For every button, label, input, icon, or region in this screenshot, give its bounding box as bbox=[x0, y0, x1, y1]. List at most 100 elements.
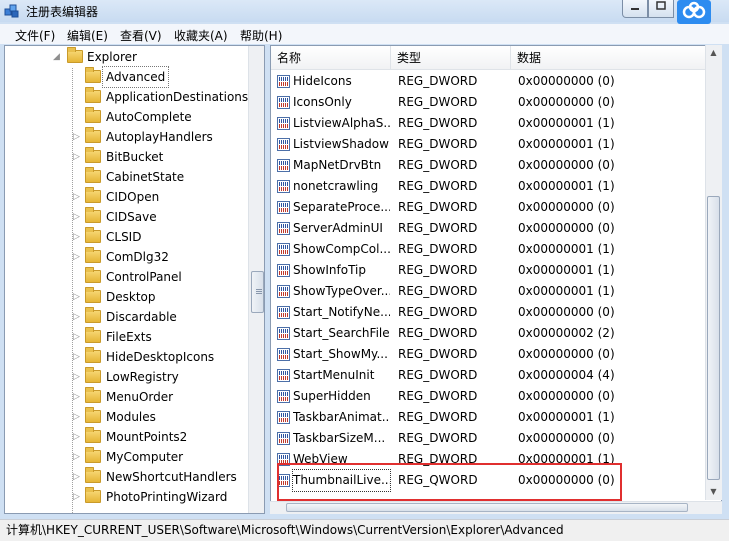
value-row[interactable]: Start_SearchFiles REG_DWORD 0x00000002 (2) bbox=[271, 323, 705, 344]
maximize-icon bbox=[656, 1, 666, 10]
tree-item-label: Discardable bbox=[106, 310, 177, 324]
value-row[interactable]: ShowCompCol... REG_DWORD 0x00000001 (1) bbox=[271, 239, 705, 260]
menu-favorites[interactable]: 收藏夹(A) bbox=[174, 27, 228, 44]
tree-item[interactable]: ▷ MenuOrder bbox=[5, 387, 245, 407]
tree-item[interactable]: ▷ CIDSave bbox=[5, 207, 245, 227]
value-type: REG_DWORD bbox=[398, 347, 478, 361]
value-row[interactable]: IconsOnly REG_DWORD 0x00000000 (0) bbox=[271, 92, 705, 113]
tree-item[interactable]: ▷ MountPoints2 bbox=[5, 427, 245, 447]
tree-item[interactable]: ▷ CLSID bbox=[5, 227, 245, 247]
tree-item-label: ControlPanel bbox=[106, 270, 182, 284]
value-row[interactable]: StartMenuInit REG_DWORD 0x00000004 (4) bbox=[271, 365, 705, 386]
value-row[interactable]: TaskbarSizeM... REG_DWORD 0x00000000 (0) bbox=[271, 428, 705, 449]
value-name: ServerAdminUI bbox=[293, 221, 383, 235]
value-row[interactable]: SuperHidden REG_DWORD 0x00000000 (0) bbox=[271, 386, 705, 407]
value-row[interactable]: Start_NotifyNe... REG_DWORD 0x00000000 (0) bbox=[271, 302, 705, 323]
tree-item-label: BitBucket bbox=[106, 150, 164, 164]
expand-arrow-icon[interactable]: ▷ bbox=[73, 307, 83, 327]
value-row[interactable]: HideIcons REG_DWORD 0x00000000 (0) bbox=[271, 71, 705, 92]
tree-item-advanced[interactable]: Advanced bbox=[5, 66, 245, 88]
value-row[interactable]: ShowInfoTip REG_DWORD 0x00000001 (1) bbox=[271, 260, 705, 281]
maximize-button[interactable] bbox=[648, 0, 674, 18]
value-row[interactable]: TaskbarAnimat... REG_DWORD 0x00000001 (1) bbox=[271, 407, 705, 428]
expand-arrow-icon[interactable]: ▷ bbox=[73, 387, 83, 407]
minimize-button[interactable] bbox=[622, 0, 648, 18]
tree-item[interactable]: ControlPanel bbox=[5, 267, 245, 287]
menu-help[interactable]: 帮助(H) bbox=[240, 27, 282, 44]
value-name: TaskbarSizeM... bbox=[293, 431, 386, 445]
expand-arrow-icon[interactable]: ▷ bbox=[73, 127, 83, 147]
value-data: 0x00000002 (2) bbox=[518, 326, 615, 340]
value-data: 0x00000000 (0) bbox=[518, 200, 615, 214]
value-name: SuperHidden bbox=[293, 389, 371, 403]
value-row[interactable]: MapNetDrvBtn REG_DWORD 0x00000000 (0) bbox=[271, 155, 705, 176]
tree-item[interactable]: ▷ MyComputer bbox=[5, 447, 245, 467]
tree-item[interactable]: CabinetState bbox=[5, 167, 245, 187]
tree-item[interactable]: ▷ AutoplayHandlers bbox=[5, 127, 245, 147]
value-row[interactable]: Start_ShowMy... REG_DWORD 0x00000000 (0) bbox=[271, 344, 705, 365]
binary-value-icon bbox=[277, 138, 290, 151]
values-list-pane[interactable]: 名称 类型 数据 HideIcons REG_DWORD 0x00000000 (0… bbox=[270, 45, 722, 514]
tree-item[interactable]: ▷ FileExts bbox=[5, 327, 245, 347]
folder-icon bbox=[85, 127, 101, 143]
tree-item[interactable]: ▷ Desktop bbox=[5, 287, 245, 307]
tree-item[interactable]: ▷ Modules bbox=[5, 407, 245, 427]
tree-item[interactable]: AutoComplete bbox=[5, 107, 245, 127]
values-scrollbar-thumb[interactable] bbox=[707, 196, 720, 480]
tree-item[interactable]: ▷ Discardable bbox=[5, 307, 245, 327]
tree-scrollbar[interactable] bbox=[248, 46, 264, 513]
tree-item-explorer[interactable]: ◢ Explorer bbox=[5, 47, 245, 67]
value-row[interactable]: ShowTypeOver... REG_DWORD 0x00000001 (1) bbox=[271, 281, 705, 302]
menu-view[interactable]: 查看(V) bbox=[120, 27, 162, 44]
expand-arrow-icon[interactable]: ▷ bbox=[73, 247, 83, 267]
column-header-data[interactable]: 数据 bbox=[511, 46, 706, 70]
tree-item[interactable]: ▷ CIDOpen bbox=[5, 187, 245, 207]
tree-item[interactable]: ▷ LowRegistry bbox=[5, 367, 245, 387]
expand-arrow-icon[interactable]: ▷ bbox=[73, 147, 83, 167]
value-row[interactable]: ListviewAlphaS... REG_DWORD 0x00000001 (1) bbox=[271, 113, 705, 134]
key-tree-pane[interactable]: ◢ Explorer Advanced ApplicationDestinati… bbox=[4, 45, 265, 514]
expand-arrow-icon[interactable]: ▷ bbox=[73, 187, 83, 207]
tree-item[interactable]: ▷ BitBucket bbox=[5, 147, 245, 167]
value-row[interactable]: nonetcrawling REG_DWORD 0x00000001 (1) bbox=[271, 176, 705, 197]
menu-file[interactable]: 文件(F) bbox=[15, 27, 55, 44]
expand-arrow-icon[interactable]: ▷ bbox=[73, 227, 83, 247]
value-row[interactable]: ListviewShadow REG_DWORD 0x00000001 (1) bbox=[271, 134, 705, 155]
expand-arrow-icon[interactable]: ▷ bbox=[73, 467, 83, 487]
tree-item-label: NewShortcutHandlers bbox=[106, 470, 237, 484]
value-row[interactable]: ServerAdminUI REG_DWORD 0x00000000 (0) bbox=[271, 218, 705, 239]
value-name: StartMenuInit bbox=[293, 368, 375, 382]
tree-item[interactable]: ▷ ComDlg32 bbox=[5, 247, 245, 267]
expand-arrow-icon[interactable]: ▷ bbox=[73, 447, 83, 467]
expand-arrow-icon[interactable]: ▷ bbox=[73, 427, 83, 447]
column-header-name[interactable]: 名称 bbox=[271, 46, 391, 70]
expand-arrow-icon[interactable]: ▷ bbox=[73, 207, 83, 227]
tree-item[interactable]: ▷ NewShortcutHandlers bbox=[5, 467, 245, 487]
collapse-arrow-icon[interactable]: ◢ bbox=[53, 47, 63, 67]
column-header-type[interactable]: 类型 bbox=[391, 46, 511, 70]
scroll-up-arrow-icon[interactable]: ▲ bbox=[705, 45, 722, 61]
expand-arrow-icon[interactable]: ▷ bbox=[73, 487, 83, 507]
expand-arrow-icon[interactable]: ▷ bbox=[73, 407, 83, 427]
scroll-down-arrow-icon[interactable]: ▼ bbox=[705, 484, 722, 500]
expand-arrow-icon[interactable]: ▷ bbox=[73, 327, 83, 347]
cloud-sync-icon[interactable] bbox=[677, 0, 711, 24]
expand-arrow-icon[interactable]: ▷ bbox=[73, 287, 83, 307]
binary-value-icon bbox=[277, 369, 290, 382]
binary-value-icon bbox=[277, 75, 290, 88]
values-hscrollbar-thumb[interactable] bbox=[286, 503, 688, 512]
tree-item[interactable]: ▷ PhotoPrintingWizard bbox=[5, 487, 245, 507]
tree-item-label: ComDlg32 bbox=[106, 250, 169, 264]
binary-value-icon bbox=[277, 411, 290, 424]
folder-icon bbox=[85, 227, 101, 243]
menu-edit[interactable]: 编辑(E) bbox=[67, 27, 108, 44]
folder-icon bbox=[85, 147, 101, 163]
expand-arrow-icon[interactable]: ▷ bbox=[73, 367, 83, 387]
folder-icon bbox=[85, 427, 101, 443]
tree-item[interactable]: ▷ HideDesktopIcons bbox=[5, 347, 245, 367]
expand-arrow-icon[interactable]: ▷ bbox=[73, 347, 83, 367]
value-row[interactable]: SeparateProce... REG_DWORD 0x00000000 (0) bbox=[271, 197, 705, 218]
folder-icon bbox=[85, 487, 101, 503]
tree-item[interactable]: ApplicationDestinations bbox=[5, 87, 248, 107]
tree-scrollbar-thumb[interactable] bbox=[251, 271, 264, 313]
